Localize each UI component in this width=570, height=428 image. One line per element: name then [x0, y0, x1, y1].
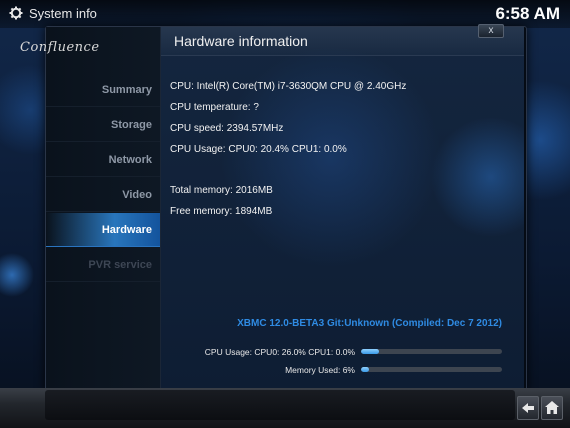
memory-used-meter-fill [361, 367, 370, 372]
back-arrow-icon [522, 403, 534, 413]
info-total-memory: Total memory: 2016MB [170, 185, 273, 196]
window-title: System info [29, 6, 97, 21]
back-button[interactable] [517, 396, 539, 420]
page-title: Hardware information [174, 33, 308, 49]
memory-used-meter [361, 367, 502, 372]
info-cpu: CPU: Intel(R) Core(TM) i7-3630QM CPU @ 2… [170, 81, 407, 92]
close-button[interactable]: x [478, 24, 504, 38]
clock: 6:58 AM [495, 4, 560, 23]
info-free-memory: Free memory: 1894MB [170, 206, 273, 217]
version-label: XBMC 12.0-BETA3 Git:Unknown (Compiled: D… [237, 318, 502, 329]
cpu-usage-meter-label: CPU Usage: CPU0: 26.0% CPU1: 0.0% [204, 347, 355, 357]
info-cpu-usage: CPU Usage: CPU0: 20.4% CPU1: 0.0% [170, 144, 347, 155]
sidebar-item-pvr-service: PVR service [46, 248, 160, 282]
sidebar-item-summary[interactable]: Summary [46, 73, 160, 107]
memory-used-meter-label: Memory Used: 6% [285, 365, 355, 375]
home-icon [545, 401, 559, 414]
skin-logo: Confluence [20, 40, 100, 55]
home-button[interactable] [541, 396, 563, 420]
sidebar-item-hardware[interactable]: Hardware [46, 213, 160, 247]
sidebar-item-storage[interactable]: Storage [46, 108, 160, 142]
sidebar-item-video[interactable]: Video [46, 178, 160, 212]
sidebar-item-network[interactable]: Network [46, 143, 160, 177]
info-cpu-speed: CPU speed: 2394.57MHz [170, 123, 284, 134]
bottom-panel [45, 390, 515, 420]
cpu-usage-meter-fill [361, 349, 380, 354]
gear-icon [9, 6, 23, 20]
cpu-usage-meter [361, 349, 502, 354]
info-cpu-temperature: CPU temperature: ? [170, 102, 259, 113]
